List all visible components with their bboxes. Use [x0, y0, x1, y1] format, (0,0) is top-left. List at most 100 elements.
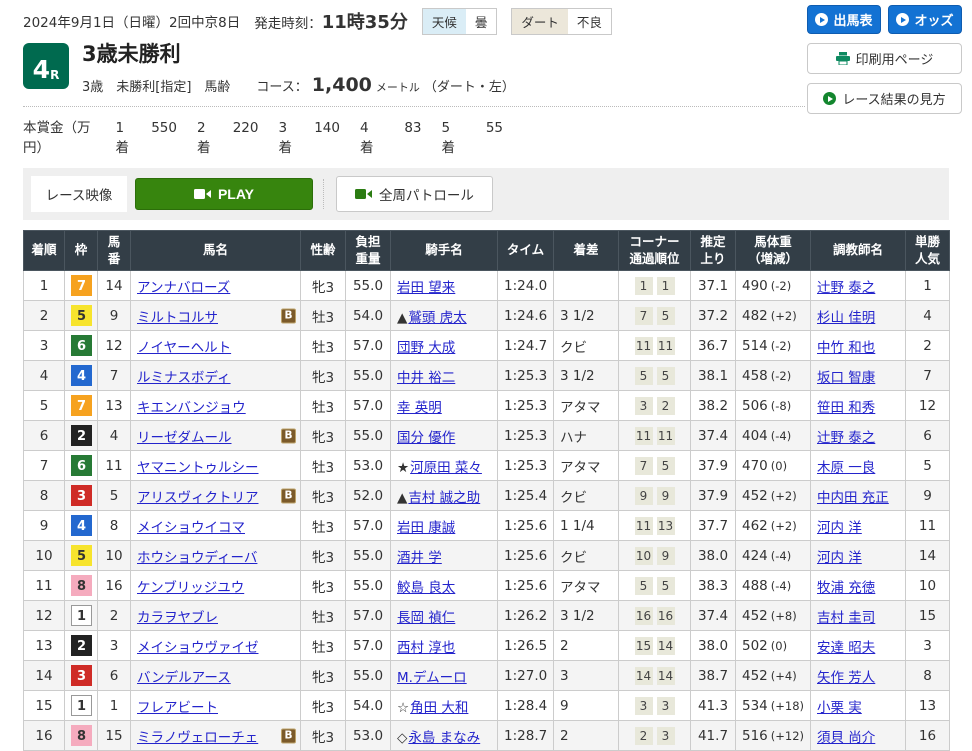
- horse-name-link[interactable]: キエンバンジョウ: [137, 400, 246, 416]
- trainer-name-link[interactable]: 河内 洋: [817, 520, 862, 536]
- prize-item-2: 2着220: [197, 120, 267, 156]
- frame-badge: 8: [71, 575, 92, 596]
- apprentice-mark: ▲: [397, 310, 407, 326]
- jockey-name-link[interactable]: 鮫島 良太: [397, 580, 455, 596]
- jockey-name-link[interactable]: 国分 優作: [397, 430, 455, 446]
- sex-age: 牝3: [301, 571, 346, 601]
- horse-name-cell: メイショウイコマ: [131, 511, 301, 541]
- frame-number-cell: 6: [65, 451, 98, 481]
- sex-age: 牝3: [301, 691, 346, 721]
- frame-badge: 2: [71, 635, 92, 656]
- last-3f-time: 38.3: [691, 571, 736, 601]
- jockey-name-link[interactable]: 鷲頭 虎太: [408, 310, 466, 326]
- margin: クビ: [554, 541, 619, 571]
- horse-name-link[interactable]: ルミナスボディ: [137, 370, 231, 386]
- jockey-name-link[interactable]: 角田 大和: [410, 700, 468, 716]
- jockey-name-link[interactable]: 永島 まなみ: [408, 730, 480, 746]
- trainer-name-link[interactable]: 杉山 佳明: [817, 310, 875, 326]
- horse-name-link[interactable]: リーゼダムール: [137, 430, 232, 446]
- trainer-name-link[interactable]: 河内 洋: [817, 550, 862, 566]
- weather-value: 曇: [466, 9, 497, 34]
- body-weight: 516: [742, 728, 768, 744]
- patrol-video-button[interactable]: 全周パトロール: [336, 176, 493, 212]
- body-weight: 482: [742, 308, 768, 324]
- horse-name-link[interactable]: ノイヤーヘルト: [137, 340, 231, 356]
- trainer-name-link[interactable]: 吉村 圭司: [817, 610, 875, 626]
- horse-name-link[interactable]: アリスヴィクトリア: [137, 490, 259, 506]
- corner-position-box: 5: [635, 367, 653, 385]
- jockey-name-link[interactable]: M.デムーロ: [397, 670, 467, 686]
- sex-age: 牡3: [301, 451, 346, 481]
- trainer-name-link[interactable]: 木原 一良: [817, 460, 875, 476]
- play-button[interactable]: PLAY: [135, 178, 313, 210]
- trainer-name-link[interactable]: 辻野 泰之: [817, 280, 875, 296]
- body-weight-cell: 404(-4): [736, 421, 811, 451]
- horse-name-link[interactable]: ホウショウディーバ: [137, 550, 257, 566]
- frame-number-cell: 4: [65, 511, 98, 541]
- trainer-name-link[interactable]: 牧浦 充徳: [817, 580, 875, 596]
- horse-name-link[interactable]: バンデルアース: [137, 670, 231, 686]
- jockey-name-link[interactable]: 幸 英明: [397, 400, 442, 416]
- trainer-name-link[interactable]: 小栗 実: [817, 700, 862, 716]
- horse-number: 4: [98, 421, 131, 451]
- horse-name-link[interactable]: フレアビート: [137, 700, 218, 716]
- jockey-name-link[interactable]: 団野 大成: [397, 340, 455, 356]
- trainer-name-link[interactable]: 須貝 尚介: [817, 730, 875, 746]
- body-weight-diff: (+2): [771, 309, 797, 323]
- margin: アタマ: [554, 571, 619, 601]
- horse-name-link[interactable]: ミルトコルサ: [137, 310, 218, 326]
- finish-position: 3: [24, 331, 65, 361]
- trainer-name-link[interactable]: 坂口 智康: [817, 370, 875, 386]
- jockey-name-link[interactable]: 河原田 菜々: [410, 460, 482, 476]
- entries-button[interactable]: 出馬表: [807, 5, 881, 34]
- trainer-name-link[interactable]: 安達 昭夫: [817, 640, 875, 656]
- corner-position-box: 15: [635, 637, 653, 655]
- frame-badge: 5: [71, 305, 92, 326]
- body-weight-diff: (-2): [771, 369, 791, 383]
- trainer-name-link[interactable]: 辻野 泰之: [817, 430, 875, 446]
- corner-positions: 1111: [619, 421, 691, 451]
- body-weight-cell: 514(-2): [736, 331, 811, 361]
- trainer-name-link[interactable]: 笹田 和秀: [817, 400, 875, 416]
- horse-name-link[interactable]: ケンブリッジユウ: [137, 580, 244, 596]
- track-condition-badge: ダート 不良: [511, 8, 612, 35]
- odds-button[interactable]: オッズ: [888, 5, 962, 34]
- horse-name-link[interactable]: カラヲヤブレ: [137, 610, 218, 626]
- finish-position: 16: [24, 721, 65, 751]
- print-page-button[interactable]: 印刷用ページ: [807, 43, 962, 74]
- last-3f-time: 41.3: [691, 691, 736, 721]
- race-header: 4 R 3歳未勝利 3歳 未勝利[指定] 馬齢 コース： 1,400 メートル …: [23, 43, 805, 107]
- horse-name-link[interactable]: ヤマニントゥルシー: [137, 460, 259, 476]
- last-3f-time: 37.2: [691, 301, 736, 331]
- sex-age: 牝3: [301, 271, 346, 301]
- horse-number: 5: [98, 481, 131, 511]
- column-header: 着順: [24, 231, 65, 271]
- horse-name-link[interactable]: アンナバローズ: [137, 280, 230, 296]
- results-guide-button[interactable]: レース結果の見方: [807, 83, 962, 114]
- jockey-name-link[interactable]: 長岡 禎仁: [397, 610, 455, 626]
- jockey-name-link[interactable]: 岩田 康誠: [397, 520, 455, 536]
- carried-weight: 52.0: [346, 481, 391, 511]
- win-favorite-rank: 16: [906, 721, 950, 751]
- win-favorite-rank: 2: [906, 331, 950, 361]
- jockey-name-link[interactable]: 酒井 学: [397, 550, 442, 566]
- horse-name-link[interactable]: メイショウヴァイゼ: [137, 640, 259, 656]
- trainer-name-link[interactable]: 中竹 和也: [817, 340, 875, 356]
- body-weight-cell: 502(0): [736, 631, 811, 661]
- horse-name-link[interactable]: メイショウイコマ: [137, 520, 245, 536]
- trainer-name-link[interactable]: 中内田 充正: [817, 490, 889, 506]
- horse-name-link[interactable]: ミラノヴェローチェ: [137, 730, 258, 746]
- jockey-name-link[interactable]: 西村 淳也: [397, 640, 455, 656]
- body-weight-diff: (-2): [771, 279, 791, 293]
- frame-number-cell: 8: [65, 571, 98, 601]
- trainer-cell: 坂口 智康: [811, 361, 906, 391]
- horse-name-cell: キエンバンジョウ: [131, 391, 301, 421]
- jockey-cell: 中井 裕二: [391, 361, 498, 391]
- jockey-name-link[interactable]: 吉村 誠之助: [408, 490, 480, 506]
- trainer-name-link[interactable]: 矢作 芳人: [817, 670, 875, 686]
- jockey-name-link[interactable]: 中井 裕二: [397, 370, 455, 386]
- frame-badge: 7: [71, 275, 92, 296]
- jockey-name-link[interactable]: 岩田 望来: [397, 280, 455, 296]
- carried-weight: 55.0: [346, 421, 391, 451]
- body-weight-cell: 470(0): [736, 451, 811, 481]
